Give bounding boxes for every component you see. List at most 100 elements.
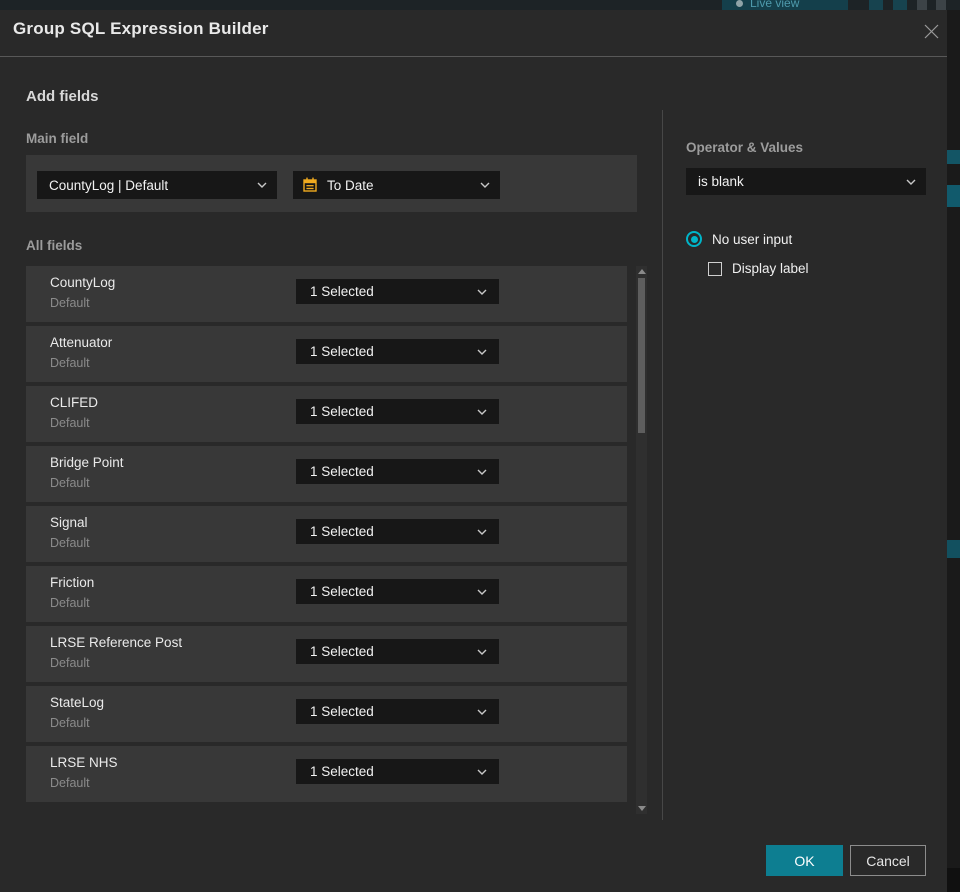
background-toolbar-fragment — [893, 0, 907, 10]
no-user-input-label: No user input — [712, 231, 793, 247]
field-subtitle: Default — [50, 296, 90, 310]
close-icon — [924, 24, 938, 38]
main-field-panel: CountyLog | Default To Date — [26, 155, 637, 212]
field-row: Friction Default 1 Selected — [26, 566, 627, 622]
scroll-up-icon[interactable] — [638, 269, 646, 274]
field-subtitle: Default — [50, 356, 90, 370]
close-button[interactable] — [918, 18, 944, 44]
field-subtitle: Default — [50, 416, 90, 430]
background-app-strip: Live view — [0, 0, 960, 10]
chevron-down-icon — [477, 349, 499, 355]
scroll-down-icon[interactable] — [638, 806, 646, 811]
field-selection-dropdown[interactable]: 1 Selected — [296, 339, 499, 364]
chevron-down-icon — [477, 709, 499, 715]
field-selection-dropdown[interactable]: 1 Selected — [296, 699, 499, 724]
panel-divider — [662, 110, 663, 820]
field-selection-value: 1 Selected — [310, 704, 374, 719]
field-name: Friction — [50, 575, 95, 590]
all-fields-label: All fields — [26, 238, 83, 253]
chevron-down-icon — [906, 179, 926, 185]
chevron-down-icon — [480, 182, 500, 188]
chevron-down-icon — [477, 769, 499, 775]
field-selection-dropdown[interactable]: 1 Selected — [296, 639, 499, 664]
field-name: LRSE Reference Post — [50, 635, 183, 650]
field-selection-dropdown[interactable]: 1 Selected — [296, 519, 499, 544]
field-selection-dropdown[interactable]: 1 Selected — [296, 759, 499, 784]
field-selection-value: 1 Selected — [310, 404, 374, 419]
group-sql-expression-builder-dialog: Group SQL Expression Builder Add fields … — [0, 10, 947, 892]
display-label-checkbox[interactable]: Display label — [708, 261, 809, 276]
main-field-label: Main field — [26, 131, 89, 146]
background-fragment — [947, 868, 960, 892]
list-scrollbar[interactable] — [636, 266, 647, 814]
field-subtitle: Default — [50, 776, 90, 790]
background-fragment — [947, 185, 960, 207]
field-selection-value: 1 Selected — [310, 644, 374, 659]
no-user-input-radio[interactable]: No user input — [686, 231, 792, 247]
field-row: CLIFED Default 1 Selected — [26, 386, 627, 442]
background-fragment — [947, 150, 960, 164]
field-name: StateLog — [50, 695, 105, 710]
field-selection-value: 1 Selected — [310, 344, 374, 359]
live-view-toggle[interactable]: Live view — [722, 0, 848, 10]
field-row: LRSE Reference Post Default 1 Selected — [26, 626, 627, 682]
chevron-down-icon — [477, 649, 499, 655]
field-selection-dropdown[interactable]: 1 Selected — [296, 399, 499, 424]
field-selection-value: 1 Selected — [310, 284, 374, 299]
date-field-dropdown[interactable]: To Date — [293, 171, 500, 199]
field-subtitle: Default — [50, 536, 90, 550]
scrollbar-thumb[interactable] — [638, 278, 645, 433]
chevron-down-icon — [477, 469, 499, 475]
chevron-down-icon — [477, 409, 499, 415]
main-field-dropdown-value: CountyLog | Default — [49, 177, 169, 193]
live-view-label: Live view — [750, 0, 800, 10]
operator-dropdown-value: is blank — [698, 174, 744, 189]
chevron-down-icon — [477, 529, 499, 535]
background-fragment — [947, 540, 960, 558]
field-name: Signal — [50, 515, 88, 530]
operator-dropdown[interactable]: is blank — [686, 168, 926, 195]
background-right-sliver — [947, 10, 960, 892]
dialog-title: Group SQL Expression Builder — [13, 19, 269, 38]
field-row: CountyLog Default 1 Selected — [26, 266, 627, 322]
header-separator — [0, 56, 947, 57]
background-toolbar-fragment — [869, 0, 883, 10]
field-name: CountyLog — [50, 275, 116, 290]
field-subtitle: Default — [50, 476, 90, 490]
field-row: Attenuator Default 1 Selected — [26, 326, 627, 382]
calendar-icon — [293, 177, 318, 193]
field-selection-dropdown[interactable]: 1 Selected — [296, 459, 499, 484]
live-view-dot-icon — [736, 0, 743, 7]
chevron-down-icon — [257, 182, 277, 188]
field-selection-dropdown[interactable]: 1 Selected — [296, 279, 499, 304]
field-subtitle: Default — [50, 656, 90, 670]
field-name: LRSE NHS — [50, 755, 118, 770]
date-field-dropdown-value: To Date — [327, 177, 374, 193]
background-toolbar-fragment — [936, 0, 946, 10]
field-subtitle: Default — [50, 596, 90, 610]
field-selection-value: 1 Selected — [310, 764, 374, 779]
field-name: Bridge Point — [50, 455, 124, 470]
field-row: Bridge Point Default 1 Selected — [26, 446, 627, 502]
main-field-dropdown[interactable]: CountyLog | Default — [37, 171, 277, 199]
field-name: Attenuator — [50, 335, 113, 350]
field-selection-value: 1 Selected — [310, 524, 374, 539]
display-label-text: Display label — [732, 261, 809, 276]
chevron-down-icon — [477, 589, 499, 595]
checkbox-unchecked-icon[interactable] — [708, 261, 722, 276]
ok-button[interactable]: OK — [766, 845, 843, 876]
field-subtitle: Default — [50, 716, 90, 730]
field-name: CLIFED — [50, 395, 99, 410]
field-selection-value: 1 Selected — [310, 464, 374, 479]
field-row: LRSE NHS Default 1 Selected — [26, 746, 627, 802]
background-toolbar-fragment — [917, 0, 927, 10]
add-fields-heading: Add fields — [26, 88, 99, 105]
field-selection-dropdown[interactable]: 1 Selected — [296, 579, 499, 604]
radio-selected-icon — [686, 231, 702, 247]
all-fields-list: CountyLog Default 1 Selected Attenuator … — [26, 266, 627, 806]
chevron-down-icon — [477, 289, 499, 295]
operator-values-label: Operator & Values — [686, 140, 804, 155]
cancel-button[interactable]: Cancel — [850, 845, 926, 876]
field-row: StateLog Default 1 Selected — [26, 686, 627, 742]
field-selection-value: 1 Selected — [310, 584, 374, 599]
